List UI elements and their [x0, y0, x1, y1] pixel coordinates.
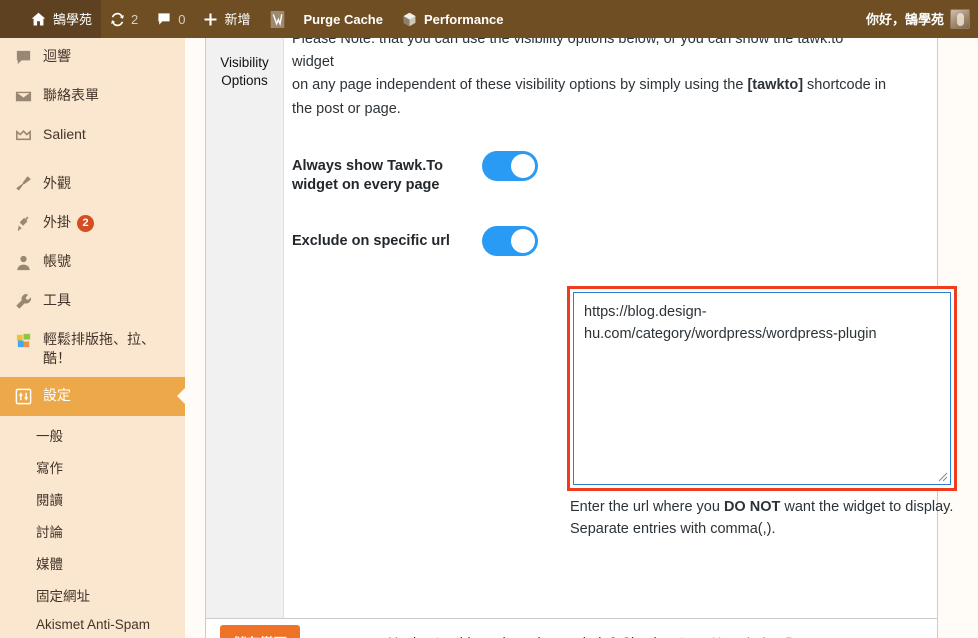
adminbar-site-link[interactable]: 鵠學苑: [0, 0, 102, 38]
sidebar-item-label: 外觀: [43, 175, 71, 191]
plus-icon: [203, 12, 218, 27]
settings-sliders-icon: [14, 387, 34, 407]
adminbar-comments[interactable]: 0: [147, 0, 194, 38]
field-exclude-label: Exclude on specific url: [292, 232, 450, 249]
sidebar-item-label: 工具: [43, 292, 71, 308]
adminbar-comments-count: 0: [178, 11, 186, 27]
adminbar-performance-label: Performance: [423, 11, 504, 27]
performance-cube-icon: [401, 11, 418, 28]
wordpress-home-icon: [30, 11, 47, 28]
toggle-always-show-widget[interactable]: [482, 150, 538, 181]
sidebar-item-comments[interactable]: 迴響: [0, 38, 185, 77]
adminbar-howdy-label: 你好，鵠學苑: [865, 11, 944, 27]
sidebar-item-plugins[interactable]: 外掛 2: [0, 204, 185, 243]
toggle-exclude-on-url[interactable]: [482, 225, 538, 256]
field-always-show-widget: Always show Tawk.To widget on every page: [292, 150, 937, 196]
sidebar-item-label: 聯絡表單: [43, 87, 99, 103]
submenu-item-writing[interactable]: 寫作: [0, 451, 185, 483]
sidebar-item-label: 外掛 2: [43, 213, 175, 232]
toggle-knob: [511, 228, 535, 253]
avatar: [950, 9, 970, 29]
field-exclude-on-url: Exclude on specific url: [292, 225, 937, 256]
note-line-2: widget: [292, 54, 334, 71]
sidebar-separator: [0, 155, 185, 165]
sidebar-item-label: 迴響: [43, 48, 71, 64]
help-line-2: Separate entries with comma(,).: [570, 521, 776, 538]
panel-tab-column: Visibility Options: [206, 38, 284, 618]
field-always-show-label: Always show Tawk.To widget on every page: [292, 157, 443, 194]
visibility-note: Please Note: that you can use the visibi…: [292, 38, 937, 121]
paintbrush-icon: [14, 175, 34, 195]
plugin-icon: [14, 214, 34, 234]
panel-footer: 儲存變更 Having trouble and need some help? …: [205, 618, 938, 638]
adminbar-site-name: 鵠學苑: [53, 11, 93, 27]
adminbar-updates[interactable]: 2: [101, 0, 147, 38]
panel-form-column: Please Note: that you can use the visibi…: [284, 38, 957, 618]
submenu-item-media[interactable]: 媒體: [0, 547, 185, 579]
submenu-item-reading[interactable]: 閱讀: [0, 483, 185, 515]
sidebar-item-users[interactable]: 帳號: [0, 243, 185, 282]
comments-icon: [156, 11, 172, 27]
sidebar-item-salient[interactable]: Salient: [0, 116, 185, 155]
adminbar-new-label: 新增: [224, 11, 251, 27]
settings-panel: Visibility Options Please Note: that you…: [205, 38, 957, 619]
help-line-1: Enter the url where you DO NOT want the …: [570, 499, 954, 515]
content-area: Visibility Options Please Note: that you…: [185, 38, 978, 638]
submenu-item-permalinks[interactable]: 固定網址: [0, 579, 185, 611]
envelope-icon: [14, 87, 34, 107]
user-icon: [14, 253, 34, 273]
submenu-item-discussion[interactable]: 討論: [0, 515, 185, 547]
submenu-item-general[interactable]: 一般: [0, 419, 185, 451]
settings-submenu: 一般 寫作 閱讀 討論 媒體 固定網址 Akismet Anti-Spam Ng…: [0, 416, 185, 638]
sidebar-item-tools[interactable]: 工具: [0, 282, 185, 321]
submenu-item-akismet[interactable]: Akismet Anti-Spam: [0, 611, 185, 638]
sidebar-item-label: Salient: [43, 126, 86, 142]
comments-icon: [14, 48, 34, 68]
sidebar-plugins-badge: 2: [77, 214, 94, 232]
save-button[interactable]: 儲存變更: [220, 625, 300, 638]
adminbar-purge-cache-label: Purge Cache: [303, 11, 383, 27]
footer-help-period: .: [817, 634, 821, 638]
adminbar-performance[interactable]: Performance: [392, 0, 512, 38]
sidebar-item-label: 設定: [43, 386, 71, 403]
shortcode-text: [tawkto]: [747, 77, 804, 94]
toggle-knob: [511, 153, 535, 178]
note-line-1: Please Note: that you can use the visibi…: [292, 38, 844, 47]
sidebar-item-settings[interactable]: 設定: [0, 376, 185, 416]
footer-help-prefix: Having trouble and need some help? Check…: [388, 634, 712, 638]
sidebar-item-appearance[interactable]: 外觀: [0, 165, 185, 204]
knowledge-base-link[interactable]: Knowledge Base: [712, 634, 817, 638]
vaultpress-icon: [269, 10, 286, 29]
sidebar-item-label: 輕鬆排版拖、拉、酷！: [43, 331, 155, 366]
crown-icon: [14, 126, 34, 146]
adminbar-vaultpress[interactable]: [260, 0, 295, 38]
puzzle-icon: [14, 331, 34, 351]
note-line-4: the post or page.: [292, 100, 401, 117]
adminbar-account-menu[interactable]: 你好，鵠學苑: [857, 0, 978, 38]
note-line-3: on any page independent of these visibil…: [292, 77, 887, 94]
admin-bar: 鵠學苑 2 0 新增 Purge Cache Performance 你好，鵠學…: [0, 0, 978, 38]
admin-sidebar: 迴響 聯絡表單 Salient 外觀 外掛 2 帳號 工具 輕鬆排版拖、拉、酷！…: [0, 38, 185, 638]
sidebar-item-label: 帳號: [43, 253, 71, 269]
exclude-url-annotation-box: [567, 286, 957, 491]
tab-visibility-options[interactable]: Visibility Options: [206, 50, 283, 95]
exclude-url-textarea[interactable]: [573, 292, 951, 485]
sidebar-item-contact-form[interactable]: 聯絡表單: [0, 77, 185, 116]
adminbar-new-content[interactable]: 新增: [194, 0, 259, 38]
wrench-icon: [14, 292, 34, 312]
adminbar-purge-cache[interactable]: Purge Cache: [295, 0, 392, 38]
screen: 鵠學苑 2 0 新增 Purge Cache Performance 你好，鵠學…: [0, 0, 978, 638]
updates-icon: [110, 12, 125, 27]
do-not-emphasis: DO NOT: [723, 499, 781, 515]
adminbar-updates-count: 2: [131, 11, 139, 27]
sidebar-item-page-builder[interactable]: 輕鬆排版拖、拉、酷！: [0, 321, 185, 377]
footer-help-text: Having trouble and need some help? Check…: [300, 634, 937, 638]
exclude-url-help-text: Enter the url where you DO NOT want the …: [570, 496, 970, 541]
